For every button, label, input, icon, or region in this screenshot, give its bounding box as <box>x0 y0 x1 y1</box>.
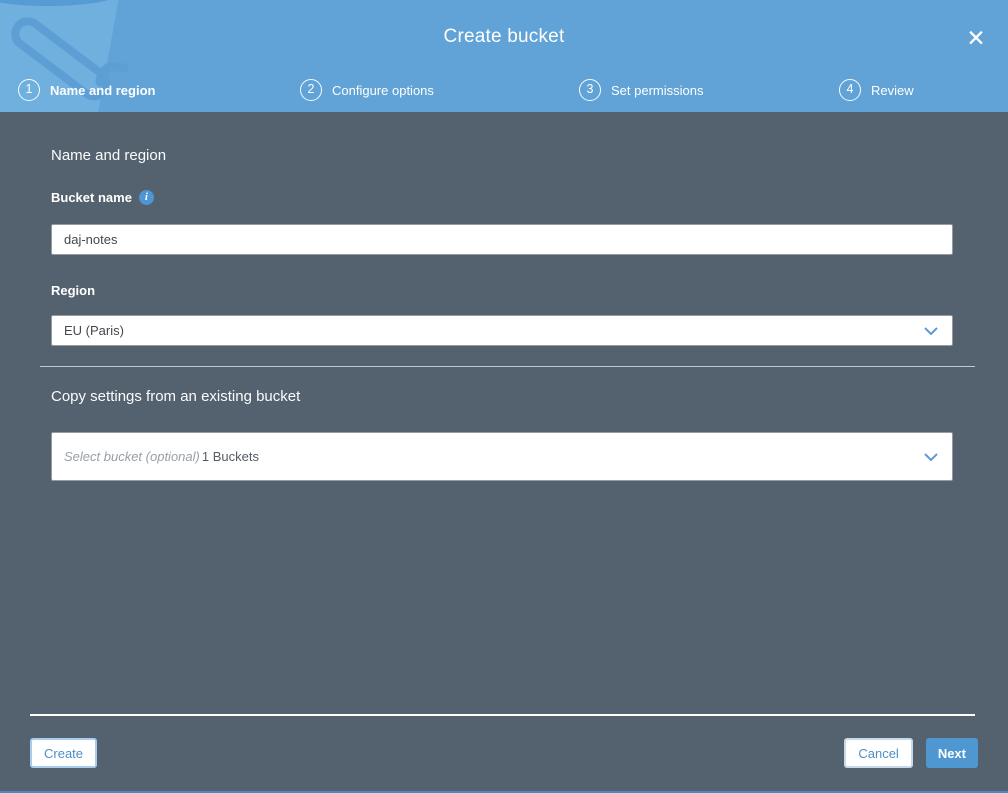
footer-actions: Cancel Next <box>844 738 978 768</box>
region-label-text: Region <box>51 283 96 298</box>
section-divider <box>40 366 975 367</box>
step-4-number: 4 <box>839 79 861 101</box>
bucket-count-text: 1 Buckets <box>201 449 259 464</box>
step-3-label: Set permissions <box>611 82 704 98</box>
create-bucket-modal: Create bucket ✕ 1 Name and region 2 Conf… <box>0 0 1008 793</box>
step-3-number: 3 <box>579 79 601 101</box>
region-label: Region <box>51 283 95 298</box>
step-configure-options[interactable]: 2 Configure options <box>300 78 434 102</box>
bucket-select-placeholder: Select bucket (optional) <box>64 449 200 464</box>
next-button[interactable]: Next <box>925 738 978 768</box>
step-2-label: Configure options <box>332 82 434 98</box>
step-set-permissions[interactable]: 3 Set permissions <box>579 78 703 102</box>
bucket-name-label-text: Bucket name <box>51 190 132 205</box>
info-icon[interactable]: i <box>138 190 154 205</box>
section-heading-copy-settings: Copy settings from an existing bucket <box>51 388 301 405</box>
region-selected-value: EU (Paris) <box>64 323 124 338</box>
chevron-down-icon <box>924 326 938 335</box>
step-1-number: 1 <box>18 79 40 101</box>
region-select[interactable]: EU (Paris) <box>51 315 953 346</box>
bucket-name-label: Bucket name i <box>51 190 154 205</box>
step-4-label: Review <box>871 82 914 98</box>
copy-settings-bucket-select[interactable]: Select bucket (optional) 1 Buckets <box>51 432 953 481</box>
cancel-button[interactable]: Cancel <box>844 738 913 768</box>
section-heading-name-region: Name and region <box>51 147 167 164</box>
bucket-name-input[interactable] <box>51 224 953 255</box>
modal-title: Create bucket <box>443 26 565 47</box>
close-icon[interactable]: ✕ <box>960 22 992 54</box>
modal-header: Create bucket ✕ 1 Name and region 2 Conf… <box>0 0 1008 112</box>
step-review[interactable]: 4 Review <box>839 78 914 102</box>
footer-divider <box>30 714 975 716</box>
create-button[interactable]: Create <box>30 738 98 768</box>
step-name-and-region[interactable]: 1 Name and region <box>18 78 155 102</box>
step-2-number: 2 <box>300 79 322 101</box>
step-1-label: Name and region <box>50 82 156 98</box>
chevron-down-icon <box>924 452 938 461</box>
